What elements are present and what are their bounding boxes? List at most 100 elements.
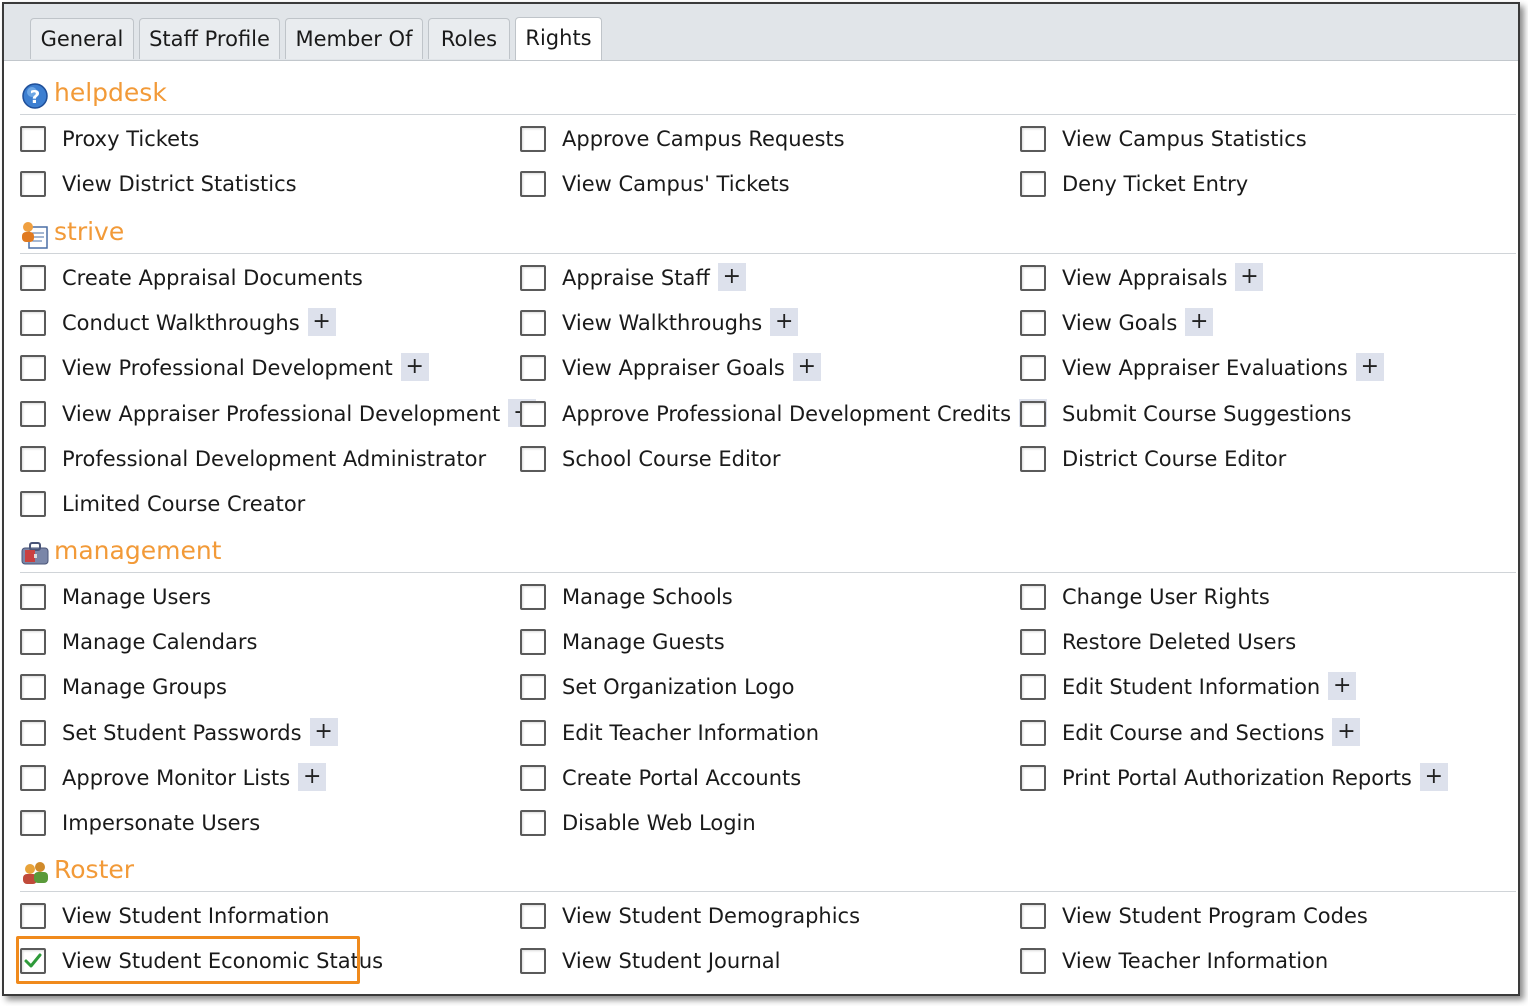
- right-approve-monitor-lists[interactable]: Approve Monitor Lists +: [20, 761, 500, 801]
- right-submit-course-suggestions[interactable]: Submit Course Suggestions: [1020, 397, 1500, 437]
- right-edit-teacher-information[interactable]: Edit Teacher Information: [520, 716, 1000, 756]
- expand-plus-icon[interactable]: +: [1185, 308, 1214, 337]
- tab-staff-profile[interactable]: Staff Profile: [139, 18, 280, 59]
- checkbox[interactable]: [520, 445, 546, 472]
- checkbox[interactable]: [1020, 903, 1046, 929]
- right-restore-deleted-users[interactable]: Restore Deleted Users: [1020, 625, 1500, 665]
- checkbox[interactable]: [20, 903, 46, 929]
- checkbox[interactable]: [1020, 674, 1046, 701]
- right-create-appraisal-documents[interactable]: Create Appraisal Documents: [20, 261, 500, 301]
- checkbox[interactable]: [1020, 400, 1046, 427]
- checkbox[interactable]: [520, 719, 546, 746]
- tab-roles[interactable]: Roles: [428, 18, 510, 59]
- checkbox[interactable]: [20, 719, 46, 746]
- checkbox[interactable]: [20, 674, 46, 701]
- checkbox[interactable]: [20, 355, 46, 382]
- checkbox[interactable]: [20, 126, 46, 152]
- right-print-portal-authorization-reports[interactable]: Print Portal Authorization Reports +: [1020, 761, 1500, 801]
- expand-plus-icon[interactable]: +: [1355, 353, 1384, 382]
- checkbox[interactable]: [1020, 355, 1046, 382]
- expand-plus-icon[interactable]: +: [1332, 717, 1361, 746]
- right-conduct-walkthroughs[interactable]: Conduct Walkthroughs +: [20, 306, 500, 346]
- right-view-professional-development[interactable]: View Professional Development +: [20, 351, 500, 391]
- checkbox[interactable]: [20, 310, 46, 337]
- checkbox[interactable]: [1020, 719, 1046, 746]
- checkbox[interactable]: [520, 810, 546, 836]
- tab-rights[interactable]: Rights: [515, 17, 602, 60]
- tab-general[interactable]: General: [30, 18, 134, 59]
- right-school-course-editor[interactable]: School Course Editor: [520, 442, 1000, 482]
- checkbox[interactable]: [1020, 948, 1046, 975]
- right-view-student-program-codes[interactable]: View Student Program Codes: [1020, 899, 1500, 939]
- right-view-campus-statistics[interactable]: View Campus Statistics: [1020, 122, 1500, 162]
- right-view-walkthroughs[interactable]: View Walkthroughs +: [520, 306, 1000, 346]
- right-view-student-journal[interactable]: View Student Journal: [520, 944, 1000, 984]
- right-view-district-statistics[interactable]: View District Statistics: [20, 167, 500, 207]
- right-appraise-staff[interactable]: Appraise Staff +: [520, 261, 1000, 301]
- right-approve-professional-development-credits[interactable]: Approve Professional Development Credits…: [520, 397, 1048, 437]
- checkbox[interactable]: [1020, 310, 1046, 337]
- right-create-portal-accounts[interactable]: Create Portal Accounts: [520, 761, 1000, 801]
- checkbox[interactable]: [520, 265, 546, 291]
- right-change-user-rights[interactable]: Change User Rights: [1020, 580, 1500, 620]
- checkbox[interactable]: [520, 674, 546, 701]
- right-view-campus-tickets[interactable]: View Campus' Tickets: [520, 167, 1000, 207]
- checkbox[interactable]: [520, 126, 546, 152]
- right-deny-ticket-entry[interactable]: Deny Ticket Entry: [1020, 167, 1500, 207]
- checkbox[interactable]: [1020, 584, 1046, 610]
- checkbox[interactable]: [520, 903, 546, 929]
- right-set-organization-logo[interactable]: Set Organization Logo: [520, 670, 1000, 710]
- expand-plus-icon[interactable]: +: [309, 717, 338, 746]
- right-professional-development-administrator[interactable]: Professional Development Administrator: [20, 442, 500, 482]
- expand-plus-icon[interactable]: +: [307, 308, 336, 337]
- checkbox[interactable]: [20, 400, 46, 427]
- right-view-teacher-information[interactable]: View Teacher Information: [1020, 944, 1500, 984]
- right-manage-users[interactable]: Manage Users: [20, 580, 500, 620]
- checkbox[interactable]: [20, 810, 46, 836]
- checkbox[interactable]: [520, 400, 546, 427]
- expand-plus-icon[interactable]: +: [400, 353, 429, 382]
- checkbox[interactable]: [520, 764, 546, 791]
- right-view-appraiser-evaluations[interactable]: View Appraiser Evaluations +: [1020, 351, 1500, 391]
- right-manage-groups[interactable]: Manage Groups: [20, 670, 500, 710]
- checkbox[interactable]: [20, 445, 46, 472]
- expand-plus-icon[interactable]: +: [717, 263, 746, 291]
- right-impersonate-users[interactable]: Impersonate Users: [20, 806, 500, 846]
- right-manage-schools[interactable]: Manage Schools: [520, 580, 1000, 620]
- checkbox[interactable]: [520, 629, 546, 656]
- right-view-student-demographics[interactable]: View Student Demographics: [520, 899, 1000, 939]
- right-manage-guests[interactable]: Manage Guests: [520, 625, 1000, 665]
- checkbox[interactable]: [1020, 445, 1046, 472]
- checkbox[interactable]: [520, 584, 546, 610]
- expand-plus-icon[interactable]: +: [1419, 762, 1448, 791]
- right-set-student-passwords[interactable]: Set Student Passwords +: [20, 716, 500, 756]
- right-manage-calendars[interactable]: Manage Calendars: [20, 625, 500, 665]
- right-edit-course-and-sections[interactable]: Edit Course and Sections +: [1020, 716, 1500, 756]
- checkbox[interactable]: [1020, 171, 1046, 198]
- checkbox[interactable]: [20, 171, 46, 198]
- right-limited-course-creator[interactable]: Limited Course Creator: [20, 487, 500, 527]
- checkbox[interactable]: [20, 629, 46, 656]
- tab-member-of[interactable]: Member Of: [285, 18, 423, 59]
- checkbox[interactable]: [1020, 629, 1046, 656]
- checkbox[interactable]: [520, 355, 546, 382]
- right-disable-web-login[interactable]: Disable Web Login: [520, 806, 1000, 846]
- checkbox[interactable]: [20, 491, 46, 517]
- expand-plus-icon[interactable]: +: [770, 308, 799, 337]
- right-edit-student-information[interactable]: Edit Student Information +: [1020, 670, 1500, 710]
- expand-plus-icon[interactable]: +: [1235, 263, 1264, 291]
- right-view-appraiser-goals[interactable]: View Appraiser Goals +: [520, 351, 1000, 391]
- expand-plus-icon[interactable]: +: [298, 762, 327, 791]
- expand-plus-icon[interactable]: +: [1328, 672, 1357, 701]
- right-proxy-tickets[interactable]: Proxy Tickets: [20, 122, 500, 162]
- checkbox[interactable]: [20, 584, 46, 610]
- right-approve-campus-requests[interactable]: Approve Campus Requests: [520, 122, 1000, 162]
- right-district-course-editor[interactable]: District Course Editor: [1020, 442, 1500, 482]
- right-view-appraiser-professional-development[interactable]: View Appraiser Professional Development+: [20, 397, 537, 437]
- right-view-appraisals[interactable]: View Appraisals +: [1020, 261, 1500, 301]
- checkbox[interactable]: [1020, 126, 1046, 152]
- checkbox[interactable]: [1020, 265, 1046, 291]
- checkbox[interactable]: [20, 764, 46, 791]
- checkbox[interactable]: [520, 310, 546, 337]
- checkbox[interactable]: [20, 265, 46, 291]
